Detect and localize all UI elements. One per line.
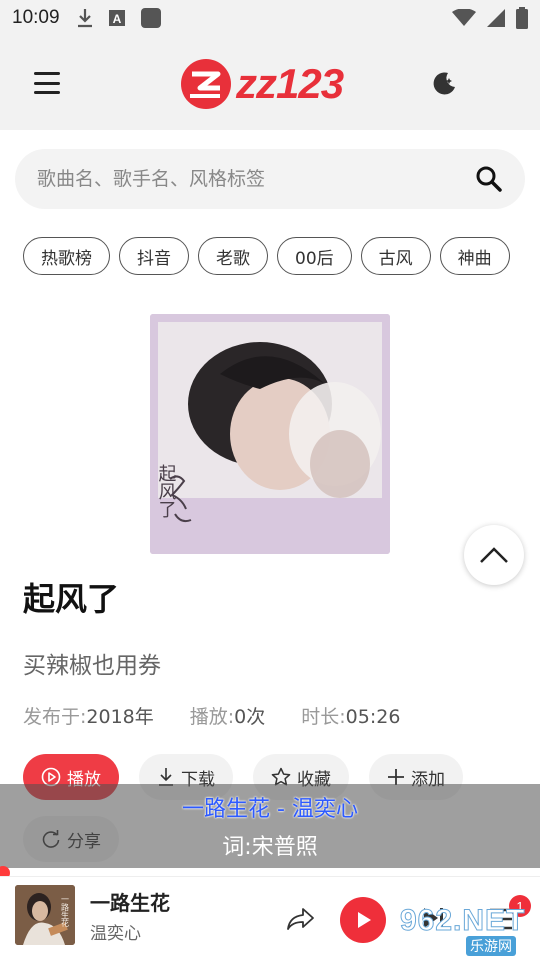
scroll-top-button[interactable] <box>464 525 524 585</box>
search-bar <box>15 149 525 209</box>
tag-chip[interactable]: 古风 <box>360 237 431 275</box>
play-icon <box>358 912 371 928</box>
share-icon[interactable] <box>286 903 316 933</box>
night-mode-icon[interactable] <box>428 68 458 98</box>
status-time: 10:09 <box>12 7 60 28</box>
battery-icon <box>516 7 528 29</box>
tag-list: 热歌榜 抖音 老歌 00后 古风 神曲 <box>23 237 517 275</box>
watermark-subtext: 乐游网 <box>466 936 516 956</box>
signal-icon <box>487 9 505 27</box>
logo-emblem-icon <box>181 59 231 109</box>
song-subtitle: 买辣椒也用券 <box>23 653 161 679</box>
site-watermark: 962.NET 乐游网 <box>399 904 538 958</box>
font-app-icon: A <box>108 10 125 26</box>
player-cover-art: 一路生花 <box>15 885 75 945</box>
menu-button[interactable] <box>34 72 60 94</box>
app-header: zz123 <box>0 36 540 130</box>
floating-lyrics[interactable]: 一路生花 - 温奕心 词:宋普照 <box>0 784 540 868</box>
album-cover-title: 起风了 <box>156 464 177 518</box>
song-title: 起风了 <box>23 580 120 618</box>
song-meta: 发布于:2018年 播放:0次 时长:05:26 <box>23 702 400 729</box>
logo-text: zz123 <box>236 60 344 107</box>
meta-published: 发布于:2018年 <box>23 702 154 729</box>
tag-chip[interactable]: 热歌榜 <box>23 237 110 275</box>
meta-value: 0次 <box>234 706 266 728</box>
svg-text:A: A <box>112 12 121 26</box>
chevron-up-icon <box>480 547 508 563</box>
wifi-icon <box>452 9 476 26</box>
tag-chip[interactable]: 抖音 <box>119 237 189 275</box>
player-play-button[interactable] <box>340 897 386 943</box>
square-app-icon <box>140 8 161 28</box>
meta-value: 2018年 <box>86 706 154 728</box>
meta-label: 播放: <box>189 706 235 728</box>
tag-chip[interactable]: 神曲 <box>439 237 510 275</box>
meta-duration: 时长:05:26 <box>301 702 400 729</box>
meta-label: 发布于: <box>23 706 87 728</box>
meta-value: 05:26 <box>345 706 401 728</box>
meta-plays: 播放:0次 <box>190 702 266 729</box>
search-input[interactable] <box>37 168 475 190</box>
album-cover-art: 起风了 <box>150 314 390 554</box>
status-icons-left: A <box>76 7 162 29</box>
lyrics-line-next: 词:宋普照 <box>222 835 318 860</box>
album-cover: 起风了 <box>150 314 390 554</box>
tag-chip[interactable]: 老歌 <box>198 237 268 275</box>
menu-icon-bar <box>34 81 60 85</box>
player-song-title[interactable]: 一路生花 <box>90 887 170 916</box>
menu-icon-bar <box>34 72 60 75</box>
app-logo[interactable]: zz123 <box>180 56 360 112</box>
status-bar: 10:09 A <box>0 0 540 36</box>
search-icon[interactable] <box>475 165 503 193</box>
player-cover-title: 一路生花 <box>61 895 70 928</box>
player-artist: 温奕心 <box>90 924 141 944</box>
player-cover[interactable]: 一路生花 <box>15 885 75 945</box>
tag-chip[interactable]: 00后 <box>277 237 352 275</box>
menu-icon-bar <box>34 91 60 94</box>
status-icons-right <box>452 7 528 29</box>
download-icon <box>77 9 92 28</box>
meta-label: 时长: <box>301 706 346 728</box>
lyrics-line-current: 一路生花 - 温奕心 <box>182 797 358 822</box>
watermark-text: 962.NET <box>399 904 526 938</box>
